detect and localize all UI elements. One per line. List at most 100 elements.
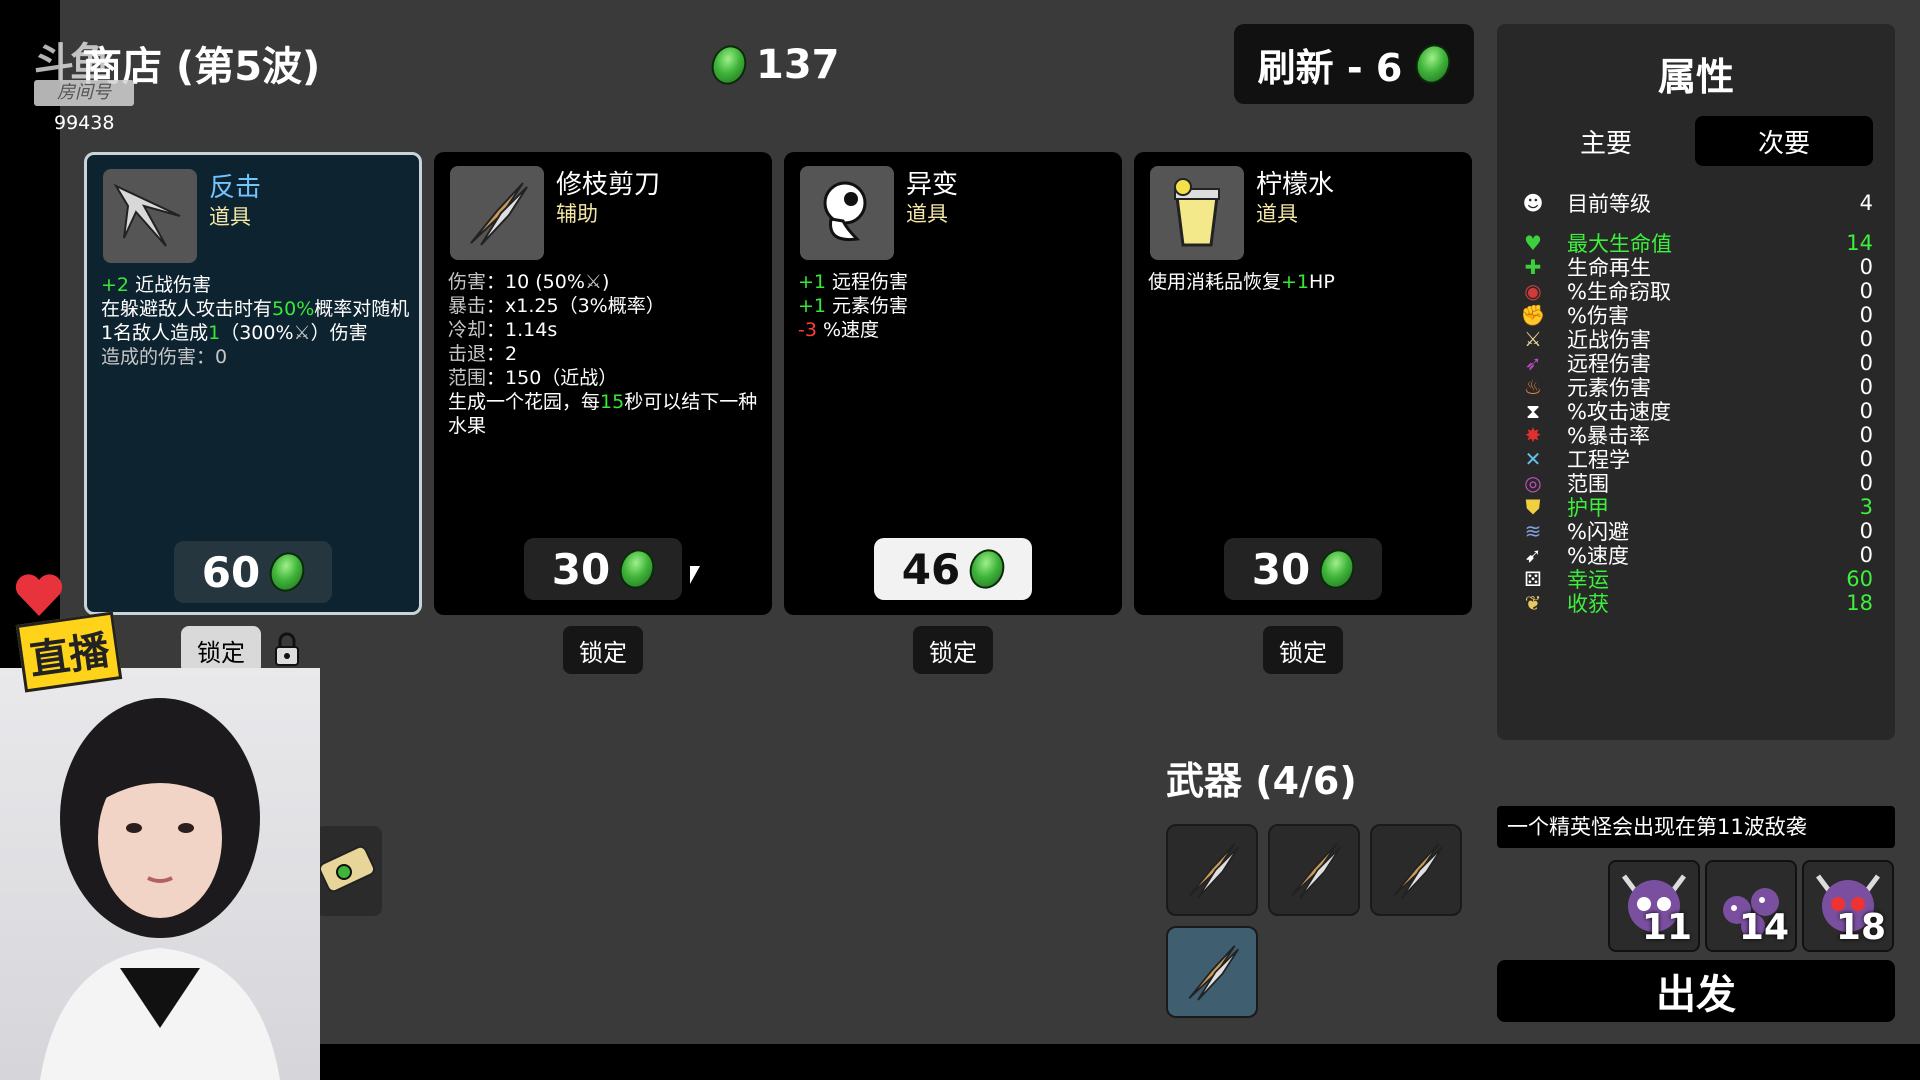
description-text: 生成一个花园，每 bbox=[448, 391, 601, 413]
description-line: 暴击：x1.25（3%概率） bbox=[448, 294, 766, 318]
item-description: 使用消耗品恢复+1HP bbox=[1148, 270, 1466, 294]
shop-card-pruner[interactable]: 修枝剪刀 辅助 伤害：10 (50%⚔) 暴击：x1.25（3%概率） 冷却：1.1… bbox=[434, 152, 772, 615]
shop-card-counterattack[interactable]: 反击 道具 +2 近战伤害 在躲避敌人攻击时有50%概率对随机 1名敌人造成1（30… bbox=[84, 152, 422, 615]
item-name: 修枝剪刀 bbox=[556, 170, 661, 200]
description-text: 秒可以结下一种 bbox=[624, 391, 758, 413]
heart-icon bbox=[15, 574, 63, 616]
price-value: 30 bbox=[551, 544, 611, 594]
description-text: 伤害 bbox=[448, 271, 487, 293]
material-icon bbox=[1314, 544, 1361, 594]
description-line: +1 远程伤害 bbox=[798, 270, 1116, 294]
shop-card-mutation[interactable]: 异变 道具 +1 远程伤害 +1 元素伤害 -3 %速度 46 bbox=[784, 152, 1122, 615]
room-label: 房间号 bbox=[34, 80, 134, 106]
price-value: 30 bbox=[1251, 544, 1311, 594]
shop-card-lemonade[interactable]: 柠檬水 道具 使用消耗品恢复+1HP 30 bbox=[1134, 152, 1472, 615]
buy-button[interactable]: 30 bbox=[524, 538, 682, 600]
description-line: 冷却：1.14s bbox=[448, 318, 766, 342]
material-icon bbox=[964, 544, 1011, 594]
buy-button[interactable]: 60 bbox=[174, 541, 332, 603]
item-type: 辅助 bbox=[556, 202, 598, 226]
stat-value: 18 bbox=[1846, 591, 1873, 615]
live-sticker: 直播 bbox=[14, 572, 123, 693]
lock-button-mutation[interactable]: 锁定 bbox=[913, 626, 993, 674]
buy-button[interactable]: 30 bbox=[1224, 538, 1382, 600]
stats-title: 属性 bbox=[1657, 55, 1734, 99]
gold-counter: 137 bbox=[706, 40, 840, 90]
weapon-slot[interactable] bbox=[1166, 824, 1258, 916]
counterattack-icon bbox=[103, 169, 197, 263]
description-text: 冷却 bbox=[448, 319, 487, 341]
pruner-icon bbox=[1188, 843, 1239, 899]
streamer-webcam bbox=[0, 668, 320, 1080]
live-label: 直播 bbox=[15, 611, 123, 693]
lemonade-icon bbox=[1150, 166, 1244, 260]
description-text: +1 bbox=[1281, 271, 1310, 293]
description-text: 近战伤害 bbox=[129, 274, 212, 296]
wave-number: 11 bbox=[1641, 907, 1692, 948]
tab-secondary[interactable]: 次要 bbox=[1695, 116, 1873, 166]
item-type: 道具 bbox=[209, 205, 251, 229]
description-text: HP bbox=[1309, 271, 1335, 293]
buy-button[interactable]: 46 bbox=[874, 538, 1032, 600]
item-name: 柠檬水 bbox=[1256, 170, 1335, 200]
description-text: -3 bbox=[798, 319, 817, 341]
description-text: 概率对随机 bbox=[314, 298, 410, 320]
stream-watermark: 斗鱼 房间号 99438 bbox=[34, 30, 144, 140]
pruner-icon bbox=[1188, 945, 1239, 1001]
weapon-slot-highlighted[interactable] bbox=[1166, 926, 1258, 1018]
inventory-item[interactable] bbox=[316, 826, 382, 916]
description-line: 水果 bbox=[448, 414, 766, 438]
description-text: 在躲避敌人攻击时有 bbox=[101, 298, 273, 320]
lock-button-lemonade[interactable]: 锁定 bbox=[1263, 626, 1343, 674]
description-text: ：2 bbox=[486, 343, 518, 365]
weapon-slot[interactable] bbox=[1268, 824, 1360, 916]
streamer-portrait bbox=[40, 698, 280, 1080]
description-text: 元素伤害 bbox=[826, 295, 909, 317]
lock-button-counterattack[interactable]: 锁定 bbox=[181, 626, 261, 674]
stats-panel: 属性 主要 次要 ☻ 目前等级 4 ♥ 最大生命值 14 ✚ 生命再生 0 ◉ %生命窃取 0 ✊ %伤害… bbox=[1497, 24, 1895, 740]
description-text: ：x1.25（3%概率） bbox=[486, 295, 665, 317]
lock-button-pruner[interactable]: 锁定 bbox=[563, 626, 643, 674]
stat-row[interactable]: ☻ 目前等级 4 bbox=[1519, 188, 1873, 218]
description-line: -3 %速度 bbox=[798, 318, 1116, 342]
weapons-title: 武器 (4/6) bbox=[1166, 759, 1357, 803]
description-line: 范围：150（近战） bbox=[448, 366, 766, 390]
description-line: 击退：2 bbox=[448, 342, 766, 366]
item-type: 道具 bbox=[906, 202, 948, 226]
tab-primary[interactable]: 主要 bbox=[1517, 116, 1695, 166]
item-description: +2 近战伤害 在躲避敌人攻击时有50%概率对随机 1名敌人造成1（300%⚔）伤害… bbox=[101, 273, 419, 369]
description-text: ）伤害 bbox=[310, 322, 368, 344]
pruner-icon bbox=[1392, 843, 1443, 899]
start-wave-button[interactable]: 出发 bbox=[1497, 960, 1895, 1022]
price-value: 60 bbox=[201, 547, 261, 597]
description-line: +1 元素伤害 bbox=[798, 294, 1116, 318]
description-line: 1名敌人造成1（300%⚔）伤害 bbox=[101, 321, 419, 345]
description-text: +1 bbox=[798, 271, 827, 293]
mutation-icon bbox=[800, 166, 894, 260]
description-line: 造成的伤害：0 bbox=[101, 345, 419, 369]
description-text: +1 bbox=[798, 295, 827, 317]
description-text: ：150（近战） bbox=[486, 367, 618, 389]
mouse-cursor bbox=[690, 566, 700, 584]
description-text: 15 bbox=[600, 391, 625, 413]
level-icon: ☻ bbox=[1522, 191, 1544, 215]
item-name: 异变 bbox=[906, 170, 959, 200]
wave-number: 18 bbox=[1835, 907, 1886, 948]
item-description: 伤害：10 (50%⚔) 暴击：x1.25（3%概率） 冷却：1.14s 击退：2 范围… bbox=[448, 270, 766, 438]
description-text: ：10 (50% bbox=[486, 271, 585, 293]
description-text: 范围 bbox=[448, 367, 487, 389]
material-icon bbox=[1410, 39, 1457, 89]
reroll-label: 刷新 - 6 bbox=[1257, 45, 1403, 90]
stat-row[interactable]: ❦ 收获 18 bbox=[1519, 588, 1873, 618]
item-name: 反击 bbox=[209, 173, 262, 203]
item-description: +1 远程伤害 +1 元素伤害 -3 %速度 bbox=[798, 270, 1116, 342]
description-line: 生成一个花园，每15秒可以结下一种 bbox=[448, 390, 766, 414]
price-value: 46 bbox=[901, 544, 961, 594]
reroll-button[interactable]: 刷新 - 6 bbox=[1234, 24, 1474, 104]
description-text: ) bbox=[601, 271, 610, 293]
weapon-slot[interactable] bbox=[1370, 824, 1462, 916]
description-text: %速度 bbox=[816, 319, 880, 341]
danger-wave: 18 bbox=[1802, 860, 1894, 952]
description-text: 暴击 bbox=[448, 295, 487, 317]
description-text: 造成的伤害：0 bbox=[101, 346, 228, 368]
